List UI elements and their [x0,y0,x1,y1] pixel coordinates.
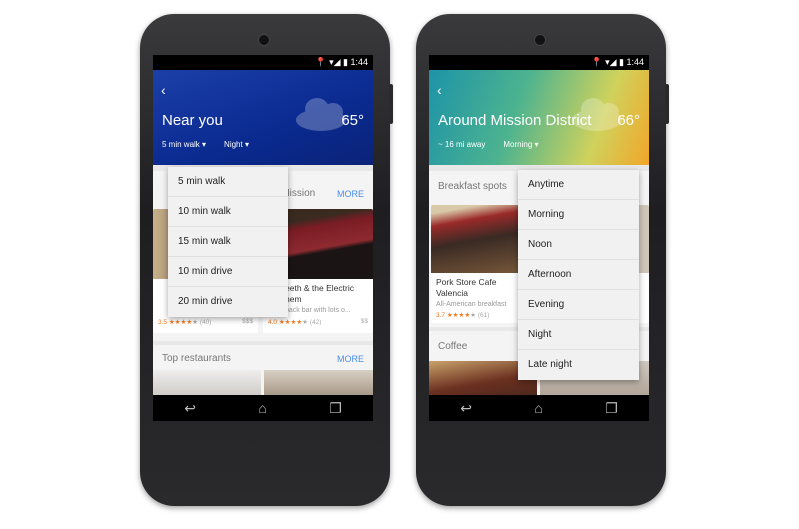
distance-filter[interactable]: 5 min walk ▾ [162,140,206,149]
recents-icon[interactable]: ❐ [605,400,618,417]
back-icon[interactable]: ↩ [460,400,472,417]
menu-item[interactable]: 20 min drive [168,287,288,317]
menu-item[interactable]: Night [518,320,639,350]
screen: 📍 ▾◢ ▮ 1:44 ‹ Near you 65° 5 min walk ▾ N… [153,55,373,421]
menu-item[interactable]: Noon [518,230,639,260]
menu-item[interactable]: Afternoon [518,260,639,290]
status-time: 1:44 [350,57,368,67]
section-title: Coffee [438,341,468,352]
home-icon[interactable]: ⌂ [258,400,266,416]
section-title: Top restaurants [162,353,231,364]
status-bar: 📍 ▾◢ ▮ 1:44 [429,55,649,70]
distance-label: ~ 16 mi away [438,140,486,149]
time-dropdown: Anytime Morning Noon Afternoon Evening N… [518,170,639,380]
page-title: Near you [162,112,223,129]
time-filter[interactable]: Morning ▾ [503,140,538,149]
recents-icon[interactable]: ❐ [329,400,342,417]
distance-dropdown: 5 min walk 10 min walk 15 min walk 10 mi… [168,167,288,317]
section-top-restaurants: Top restaurants MORE [153,345,373,410]
price: $$ [360,318,368,325]
menu-item[interactable]: Morning [518,200,639,230]
place-name: eeth & the Electric [285,283,354,293]
nav-bar: ↩ ⌂ ❐ [429,395,649,421]
menu-item[interactable]: 15 min walk [168,227,288,257]
status-bar: 📍 ▾◢ ▮ 1:44 [153,55,373,70]
home-icon[interactable]: ⌂ [534,400,542,416]
header: ‹ Around Mission District 66° ~ 16 mi aw… [429,70,649,165]
more-link[interactable]: MORE [337,189,364,199]
header: ‹ Near you 65° 5 min walk ▾ Night ▾ [153,70,373,165]
screen: 📍 ▾◢ ▮ 1:44 ‹ Around Mission District 66… [429,55,649,421]
menu-item[interactable]: Evening [518,290,639,320]
camera [534,34,546,46]
time-filter[interactable]: Night ▾ [224,140,249,149]
menu-item[interactable]: Late night [518,350,639,380]
place-name: Pork Store Cafe [436,277,497,287]
menu-item[interactable]: 10 min walk [168,197,288,227]
temperature: 65° [341,112,364,129]
chevron-left-icon[interactable]: ‹ [437,82,442,98]
phone-left: 📍 ▾◢ ▮ 1:44 ‹ Near you 65° 5 min walk ▾ N… [140,14,393,506]
status-time: 1:44 [626,57,644,67]
power-button [665,84,669,124]
more-link[interactable]: MORE [337,354,364,364]
nav-bar: ↩ ⌂ ❐ [153,395,373,421]
temperature: 66° [617,112,640,129]
menu-item[interactable]: Anytime [518,170,639,200]
phone-right: 📍 ▾◢ ▮ 1:44 ‹ Around Mission District 66… [416,14,669,506]
back-icon[interactable]: ↩ [184,400,196,417]
page-title: Around Mission District [438,112,592,129]
power-button [389,84,393,124]
price: $$$ [242,318,253,325]
chevron-left-icon[interactable]: ‹ [161,82,166,98]
menu-item[interactable]: 10 min drive [168,257,288,287]
camera [258,34,270,46]
section-title: Breakfast spots [438,181,507,192]
menu-item[interactable]: 5 min walk [168,167,288,197]
